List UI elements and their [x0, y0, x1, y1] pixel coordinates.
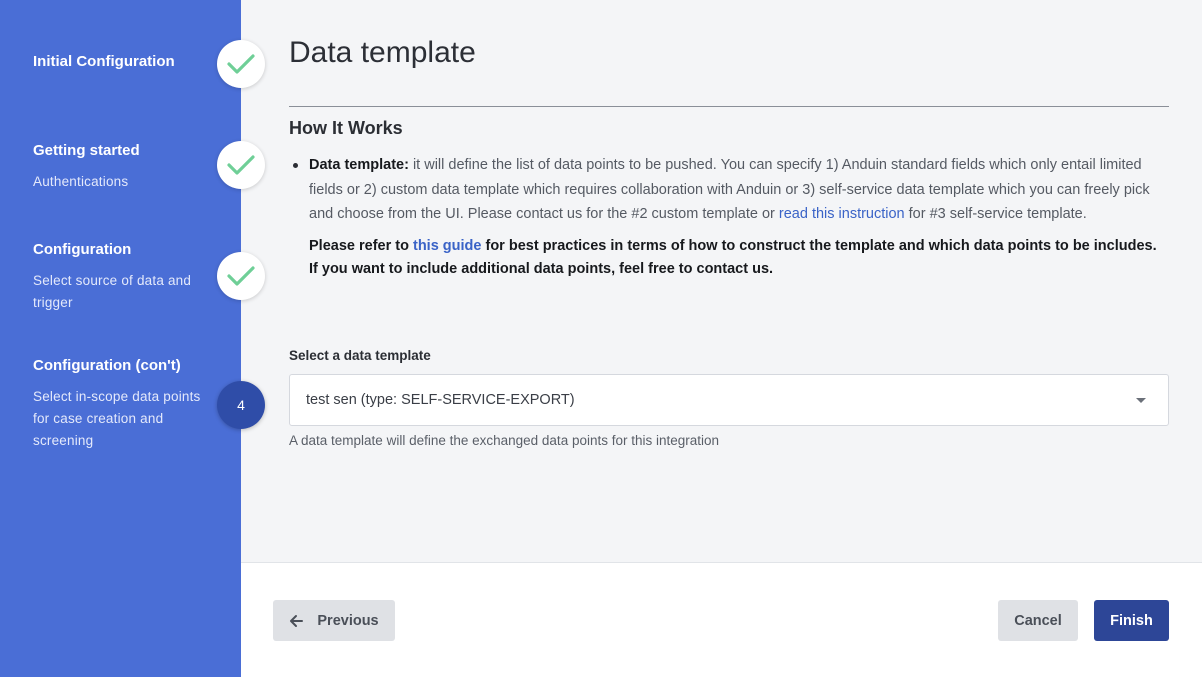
how-it-works-info: Data template: it will define the list o… — [289, 153, 1169, 282]
read-instruction-link[interactable]: read this instruction — [779, 206, 905, 222]
step-configuration-cont[interactable]: Configuration (con't) Select in-scope da… — [33, 356, 213, 452]
stepper-sidebar: Initial Configuration Getting started Au… — [0, 0, 241, 677]
step-title: Getting started — [33, 142, 140, 159]
guide-link[interactable]: this guide — [413, 238, 481, 254]
note-prefix: Please refer to — [309, 237, 413, 254]
info-list: Data template: it will define the list o… — [289, 153, 1169, 227]
finish-label: Finish — [1110, 612, 1153, 629]
step-subtitle: Select source of data and trigger — [33, 273, 192, 310]
step-title: Initial Configuration — [33, 53, 175, 70]
cancel-label: Cancel — [1014, 612, 1062, 629]
previous-button[interactable]: Previous — [273, 600, 395, 641]
step-configuration[interactable]: Configuration Select source of data and … — [33, 240, 205, 314]
info-list-item: Data template: it will define the list o… — [289, 153, 1169, 227]
select-helper-text: A data template will define the exchange… — [289, 433, 720, 448]
finish-button[interactable]: Finish — [1094, 600, 1169, 641]
info-bold-label: Data template: — [309, 157, 409, 173]
step-title: Configuration — [33, 241, 132, 258]
step-title: Configuration (con't) — [33, 357, 181, 374]
page-title: Data template — [289, 36, 476, 69]
caret-down-icon — [1136, 398, 1146, 403]
select-value: test sen (type: SELF-SERVICE-EXPORT) — [306, 392, 575, 408]
main-content: Data template How It Works Data template… — [241, 0, 1202, 562]
cancel-button[interactable]: Cancel — [998, 600, 1078, 641]
data-template-select[interactable]: test sen (type: SELF-SERVICE-EXPORT) — [289, 374, 1169, 426]
guide-note: Please refer to this guide for best prac… — [289, 235, 1169, 282]
step-subtitle: Select in-scope data points for case cre… — [33, 389, 201, 448]
step-getting-started[interactable]: Getting started Authentications — [33, 141, 213, 193]
step-initial-configuration[interactable]: Initial Configuration — [33, 52, 213, 72]
info-text: for #3 self-service template. — [904, 206, 1087, 222]
previous-label: Previous — [317, 612, 379, 629]
section-title: How It Works — [289, 118, 403, 138]
arrow-left-icon — [290, 614, 304, 627]
app-root: Initial Configuration Getting started Au… — [0, 0, 1202, 677]
title-divider — [289, 106, 1169, 107]
step-subtitle: Authentications — [33, 174, 129, 189]
data-template-label: Select a data template — [289, 348, 431, 363]
wizard-footer: Previous Cancel Finish — [241, 562, 1202, 677]
